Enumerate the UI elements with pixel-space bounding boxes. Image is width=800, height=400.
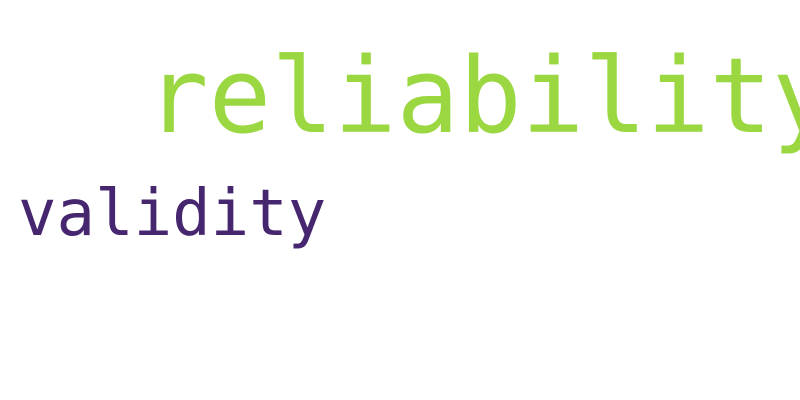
word-validity: validity (18, 177, 327, 251)
word-cloud: reliability validity (0, 0, 800, 400)
word-reliability: reliability (146, 35, 800, 157)
